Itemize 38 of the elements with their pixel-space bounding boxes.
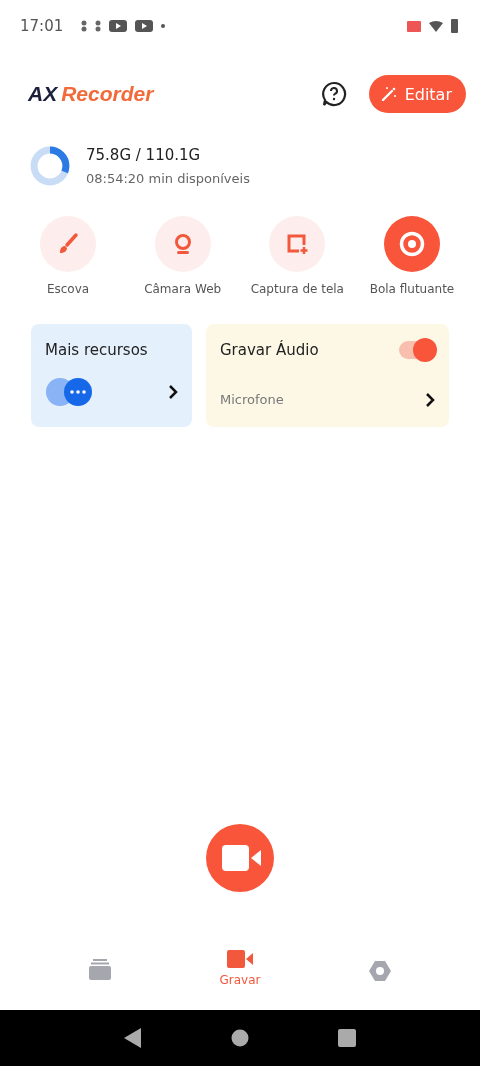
tool-label: Câmara Web bbox=[144, 282, 222, 296]
stack-icon bbox=[88, 959, 112, 981]
notification-icon bbox=[95, 20, 102, 32]
logo-name: Recorder bbox=[61, 82, 154, 106]
play-icon bbox=[135, 20, 154, 32]
back-icon[interactable] bbox=[124, 1028, 143, 1048]
record-audio-card[interactable]: Gravar Áudio Microfone bbox=[206, 324, 449, 427]
screenshot-icon bbox=[285, 232, 310, 256]
wifi-icon bbox=[429, 20, 443, 32]
brush-tool-button[interactable] bbox=[40, 216, 96, 272]
video-camera-icon bbox=[222, 845, 262, 871]
logo-mark: AX bbox=[28, 82, 58, 106]
help-icon[interactable] bbox=[320, 81, 347, 107]
chevron-icon bbox=[425, 392, 435, 407]
settings-icon bbox=[368, 959, 392, 983]
storage-ring bbox=[30, 146, 70, 186]
audio-toggle[interactable] bbox=[399, 341, 435, 359]
tool-label: Escova bbox=[46, 282, 90, 296]
play-icon bbox=[109, 20, 128, 32]
remaining-time: 08:54:20 min disponíveis bbox=[86, 171, 250, 186]
chevron-icon bbox=[168, 385, 178, 399]
home-icon[interactable] bbox=[231, 1029, 249, 1047]
status-time: 17:01 bbox=[20, 17, 64, 35]
card-title: Gravar Áudio bbox=[220, 341, 319, 359]
storage-usage: 75.8G / 110.1G bbox=[86, 146, 202, 164]
battery-icon bbox=[451, 19, 458, 33]
more-features-icon bbox=[45, 377, 93, 407]
more-features-card[interactable]: Mais recursos bbox=[31, 324, 192, 427]
notification-icon bbox=[81, 20, 88, 32]
recents-icon[interactable] bbox=[337, 1029, 356, 1047]
card-title: Mais recursos bbox=[45, 341, 149, 359]
magic-wand-icon bbox=[380, 86, 397, 102]
tool-label: Bola flutuante bbox=[369, 282, 455, 296]
audio-source: Microfone bbox=[220, 392, 284, 407]
tool-label: Captura de tela bbox=[250, 282, 344, 296]
dot-icon bbox=[161, 24, 166, 28]
target-icon bbox=[397, 230, 426, 258]
video-camera-icon bbox=[227, 950, 253, 968]
